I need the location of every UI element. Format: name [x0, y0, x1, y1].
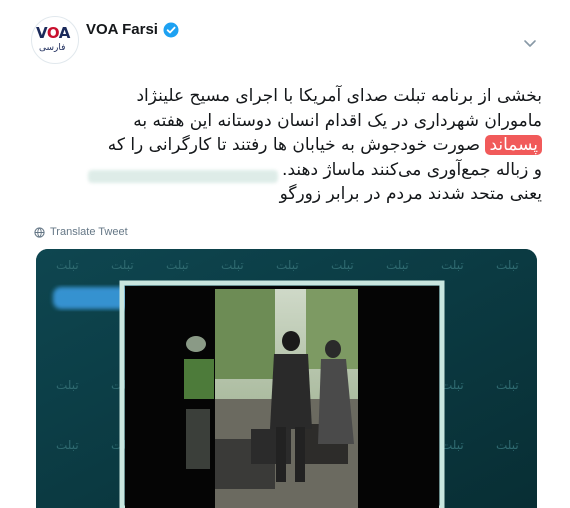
watermark-text: تبلت — [221, 258, 244, 272]
tweet-card[interactable]: VOA فارسی VOA Farsi بخشی از برنامه تبلت … — [0, 0, 570, 508]
tweet-line: و زباله جمع‌آوری می‌کنند ماساژ دهند. — [282, 159, 542, 180]
watermark-text: تبلت — [56, 438, 79, 452]
watermark-text: تبلت — [496, 438, 519, 452]
tweet-line-text: صورت خودجوش به خیابان ها رفتند تا کارگرا… — [107, 135, 481, 155]
watermark-text: تبلت — [166, 258, 189, 272]
highlighted-word: پسماند — [485, 135, 542, 155]
watermark-text: تبلت — [56, 258, 79, 272]
tweet-line: یعنی متحد شدند مردم در برابر زورگو — [279, 184, 542, 204]
watermark-text: تبلت — [276, 258, 299, 272]
watermark-text: تبلت — [331, 258, 354, 272]
avatar-logo: VOA — [36, 24, 70, 42]
watermark-text: تبلت — [386, 258, 409, 272]
tweet-line: ماموران شهرداری در یک اقدام انسان دوستان… — [133, 110, 542, 131]
watermark-text: تبلت — [496, 258, 519, 272]
translate-label: Translate Tweet — [50, 226, 128, 238]
display-name[interactable]: VOA Farsi — [86, 21, 158, 38]
verified-badge-icon — [163, 22, 179, 37]
street-scene — [215, 289, 358, 508]
watermark-text: تبلت — [441, 258, 464, 272]
avatar-subtitle: فارسی — [39, 43, 66, 53]
tweet-line: بخشی از برنامه تبلت صدای آمریکا با اجرای… — [136, 86, 542, 106]
video-frame: تبلت تبلت تبلت تبلت تبلت تبلت تبلت تبلت تبلت تبلت… — [36, 249, 537, 508]
chevron-down-icon[interactable] — [522, 38, 538, 50]
watermark-text: تبلت — [111, 258, 134, 272]
video-thumbnail[interactable]: تبلت تبلت تبلت تبلت تبلت تبلت تبلت تبلت تبلت تبلت… — [36, 249, 537, 508]
tweet-text: بخشی از برنامه تبلت صدای آمریکا با اجرای… — [32, 84, 542, 207]
watermark-text: تبلت — [56, 378, 79, 392]
author-row: VOA Farsi — [86, 21, 179, 38]
translate-tweet-link[interactable]: Translate Tweet — [34, 226, 128, 238]
watermark-text: تبلت — [496, 378, 519, 392]
globe-icon — [34, 226, 45, 238]
tweet-line: پسماند صورت خودجوش به خیابان ها رفتند تا… — [32, 133, 542, 158]
avatar[interactable]: VOA فارسی — [31, 16, 79, 64]
